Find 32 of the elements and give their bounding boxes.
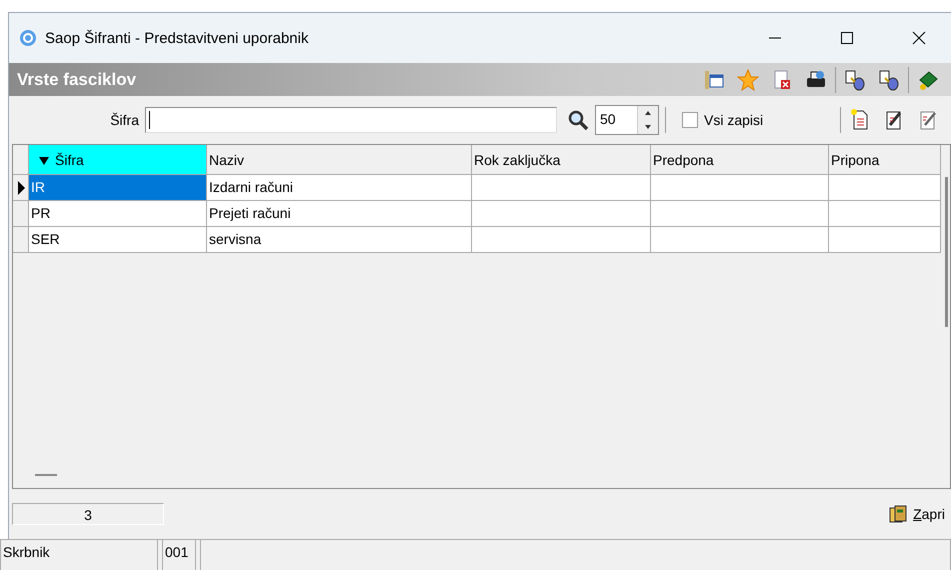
checkbox[interactable] bbox=[682, 112, 698, 128]
column-header[interactable]: Naziv bbox=[207, 145, 472, 175]
close-form-button[interactable]: Zapri bbox=[887, 503, 945, 525]
record-count: 3 bbox=[12, 503, 164, 525]
column-header[interactable]: Pripona bbox=[829, 145, 941, 175]
field-label: Šifra bbox=[109, 112, 140, 128]
panel-title: Vrste fasciklov bbox=[17, 70, 138, 90]
books-icon bbox=[887, 503, 910, 525]
checkbox-label: Vsi zapisi bbox=[704, 112, 764, 128]
close-icon bbox=[912, 31, 926, 45]
table-cell: Prejeti računi bbox=[207, 201, 472, 227]
sort-descending-icon bbox=[39, 157, 49, 165]
row-header[interactable] bbox=[13, 175, 29, 201]
table-cell: PR bbox=[29, 201, 207, 227]
table-cell: servisna bbox=[207, 227, 472, 253]
app-icon bbox=[19, 29, 37, 47]
status-label: Skrbnik bbox=[0, 540, 158, 570]
limit-spinner[interactable]: 50 bbox=[595, 105, 659, 135]
column-header[interactable]: Predpona bbox=[651, 145, 829, 175]
current-row-icon bbox=[16, 180, 24, 194]
window-title: Saop Šifranti - Predstavitveni uporabnik bbox=[45, 30, 310, 46]
table-cell: IR bbox=[29, 175, 207, 201]
table-cell: Izdarni računi bbox=[207, 175, 472, 201]
search-field[interactable] bbox=[145, 107, 557, 133]
table-cell: SER bbox=[29, 227, 207, 253]
search-icon[interactable] bbox=[567, 109, 589, 131]
minimize-icon bbox=[768, 37, 782, 39]
maximize-icon bbox=[840, 31, 854, 45]
scrollbar-thumb[interactable] bbox=[945, 177, 948, 327]
column-header[interactable]: Rok zaključka bbox=[472, 145, 651, 175]
status-value: 001 bbox=[162, 540, 196, 570]
column-header[interactable]: Šifra bbox=[29, 145, 207, 175]
